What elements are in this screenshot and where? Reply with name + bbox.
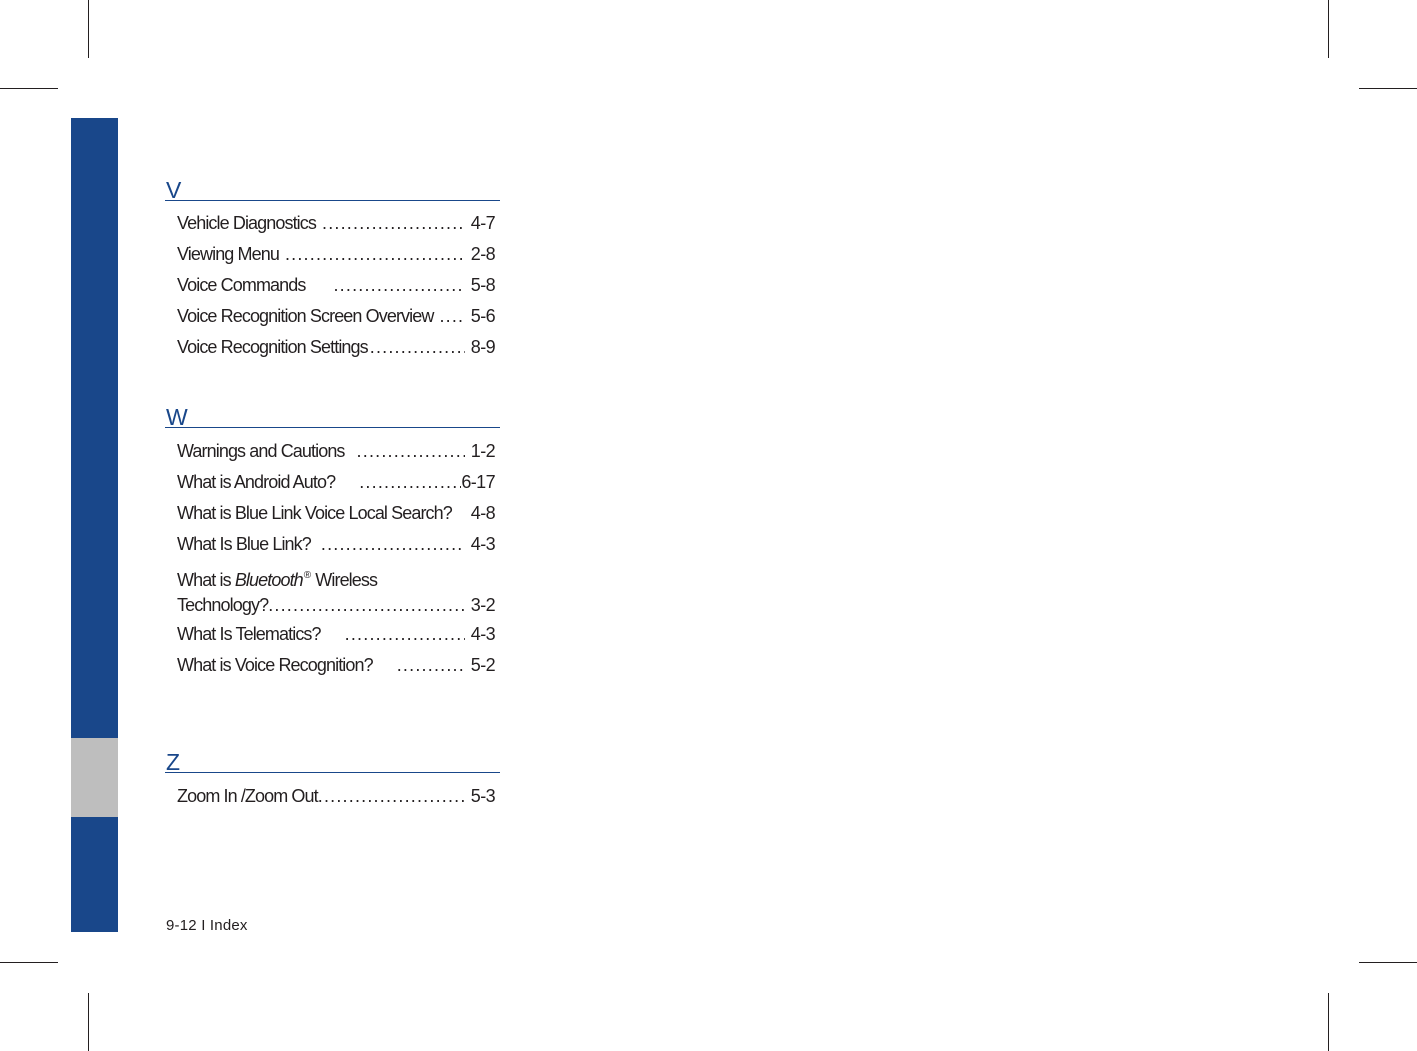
entry-label-prefix: What is (177, 570, 232, 590)
entry-label: Technology? (177, 595, 269, 615)
entry-label: Voice Recognition Settings (177, 337, 369, 357)
index-entry[interactable]: What Is Telematics? 4-3 (165, 619, 500, 650)
dot-leader (321, 529, 465, 560)
index-entry[interactable]: Viewing Menu 2-8 (165, 239, 500, 270)
section-letter-heading: W (165, 406, 500, 429)
entry-page-ref[interactable]: 8-9 (471, 332, 496, 363)
entry-label-line1: What is Bluetooth® Wireless (177, 563, 495, 593)
chapter-tab-bar-lower (71, 817, 118, 932)
entry-label: Zoom In /Zoom Out (177, 786, 319, 806)
crop-mark-bottom-left-horizontal (0, 962, 58, 963)
entry-label-italic: Bluetooth (234, 570, 304, 590)
page-footer-label: 9-12 I Index (166, 917, 248, 934)
entry-label: Warnings and Cautions (177, 441, 345, 461)
entry-list: Vehicle Diagnostics 4-7 Viewing Menu 2-8… (165, 208, 500, 363)
index-entry[interactable]: What is Android Auto? 6-17 (165, 467, 500, 498)
index-entry[interactable]: Voice Recognition Screen Overview 5-6 (165, 301, 500, 332)
dot-leader (397, 650, 465, 681)
crop-mark-top-right-horizontal (1359, 88, 1417, 89)
index-entry[interactable]: What Is Blue Link? 4-3 (165, 529, 500, 560)
entry-label: Voice Recognition Screen Overview (177, 306, 434, 326)
entry-page-ref[interactable]: 5-8 (471, 270, 496, 301)
entry-label: What is Android Auto? (177, 472, 336, 492)
entry-label: What Is Telematics? (177, 624, 322, 644)
dot-leader (370, 332, 465, 363)
entry-page-ref[interactable]: 4-8 (471, 498, 496, 529)
index-entry[interactable]: Vehicle Diagnostics 4-7 (165, 208, 500, 239)
crop-mark-top-right-vertical (1328, 0, 1329, 58)
entry-label: Vehicle Diagnostics (177, 213, 317, 233)
entry-label-suffix: Wireless (315, 570, 378, 590)
section-letter-heading: Z (165, 751, 500, 774)
index-entry[interactable]: Voice Recognition Settings 8-9 (165, 332, 500, 363)
crop-mark-bottom-left-vertical (88, 993, 89, 1051)
entry-page-ref[interactable]: 3-2 (471, 593, 496, 618)
index-entry[interactable]: What is Bluetooth® Wireless Technology? … (165, 560, 500, 619)
registered-mark: ® (303, 570, 312, 581)
crop-mark-top-left-horizontal (0, 88, 58, 89)
entry-label: What Is Blue Link? (177, 534, 312, 554)
dot-leader (333, 270, 464, 301)
index-entry[interactable]: Warnings and Cautions 1-2 (165, 436, 500, 467)
entry-label: What is Blue Link Voice Local Search? (177, 503, 453, 523)
index-section-w: W Warnings and Cautions 1-2 What is Andr… (165, 406, 500, 681)
entry-page-ref[interactable]: 5-2 (471, 650, 496, 681)
entry-page-ref[interactable]: 5-3 (471, 781, 496, 812)
chapter-tab-current-marker (71, 738, 118, 817)
index-entry[interactable]: What is Voice Recognition? 5-2 (165, 650, 500, 681)
entry-page-ref[interactable]: 4-3 (471, 619, 496, 650)
dot-leader (439, 301, 464, 332)
entry-label-line2-row: Technology? 3-2 (177, 593, 496, 618)
entry-page-ref[interactable]: 2-8 (471, 239, 496, 270)
section-letter-heading: V (165, 179, 500, 202)
crop-mark-bottom-right-vertical (1328, 993, 1329, 1051)
entry-page-ref[interactable]: 5-6 (471, 301, 496, 332)
entry-page-ref[interactable]: 4-3 (471, 529, 496, 560)
dot-leader (285, 239, 465, 270)
chapter-tab-bar-upper (71, 118, 118, 738)
index-section-z: Z Zoom In /Zoom Out 5-3 (165, 751, 500, 812)
entry-page-ref[interactable]: 4-7 (471, 208, 496, 239)
entry-label: Voice Commands (177, 275, 306, 295)
entry-page-ref[interactable]: 6-17 (461, 467, 495, 498)
index-entry[interactable]: Voice Commands 5-8 (165, 270, 500, 301)
dot-leader (345, 619, 465, 650)
index-section-v: V Vehicle Diagnostics 4-7 Viewing Menu 2… (165, 179, 500, 363)
index-entry[interactable]: What is Blue Link Voice Local Search? 4-… (165, 498, 500, 529)
dot-leader (359, 467, 461, 498)
entry-list: Warnings and Cautions 1-2 What is Androi… (165, 436, 500, 681)
entry-page-ref[interactable]: 1-2 (471, 436, 496, 467)
dot-leader (322, 208, 465, 239)
crop-mark-top-left-vertical (88, 0, 89, 58)
entry-label: Viewing Menu (177, 244, 280, 264)
entry-label: What is Voice Recognition? (177, 655, 374, 675)
entry-list: Zoom In /Zoom Out 5-3 (165, 781, 500, 812)
dot-leader (357, 436, 465, 467)
dot-leader (268, 593, 465, 618)
crop-mark-bottom-right-horizontal (1359, 962, 1417, 963)
dot-leader (318, 781, 465, 812)
index-entry[interactable]: Zoom In /Zoom Out 5-3 (165, 781, 500, 812)
